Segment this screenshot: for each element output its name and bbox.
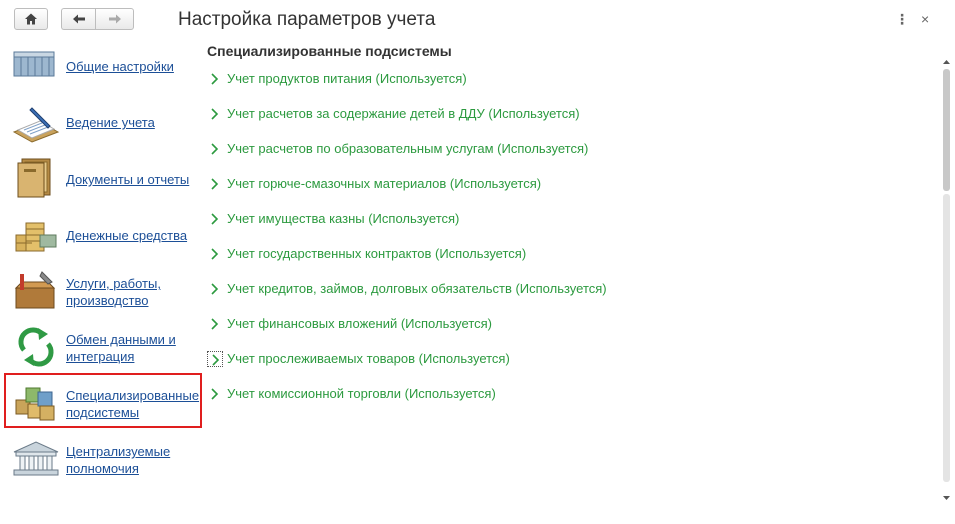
sidebar-item-label[interactable]: Специализированные подсистемы: [66, 387, 199, 421]
institution-icon: [13, 441, 59, 476]
forward-button[interactable]: [95, 8, 134, 30]
close-icon[interactable]: ×: [921, 11, 929, 27]
coins-icon: [15, 222, 57, 252]
arrow-left-icon: [72, 14, 85, 24]
scrollbar-thumb[interactable]: [943, 69, 950, 191]
scroll-down-icon[interactable]: [942, 494, 951, 502]
subsystem-label[interactable]: Учет расчетов по образовательным услугам…: [227, 140, 588, 158]
subsystem-label[interactable]: Учет кредитов, займов, долговых обязател…: [227, 280, 607, 298]
sidebar-item-label[interactable]: Общие настройки: [66, 58, 174, 75]
chevron-right-icon[interactable]: [207, 281, 223, 297]
sidebar-item-label[interactable]: Денежные средства: [66, 227, 187, 244]
building-icon: [13, 51, 55, 77]
cubes-icon: [15, 387, 55, 421]
subsystem-label[interactable]: Учет имущества казны (Используется): [227, 210, 459, 228]
home-button[interactable]: [14, 8, 48, 30]
sidebar-item-documents-reports[interactable]: Документы и отчеты: [12, 157, 207, 199]
toolbox-icon: [14, 271, 56, 309]
chevron-right-icon[interactable]: [207, 71, 223, 87]
chevron-right-icon[interactable]: [207, 386, 223, 402]
page-title: Настройка параметров учета: [178, 9, 436, 30]
sidebar-item-label[interactable]: Обмен данными и интеграция: [66, 331, 176, 365]
back-button[interactable]: [61, 8, 95, 30]
subsystem-label[interactable]: Учет комиссионной торговли (Используется…: [227, 385, 496, 403]
chevron-right-icon[interactable]: [207, 211, 223, 227]
chevron-right-icon[interactable]: [207, 246, 223, 262]
scrollbar-track[interactable]: [943, 194, 950, 482]
sync-icon: [18, 327, 54, 367]
sidebar-item-general-settings[interactable]: Общие настройки: [12, 50, 207, 92]
sidebar-item-label[interactable]: Услуги, работы, производство: [66, 275, 161, 309]
subsystem-label[interactable]: Учет продуктов питания (Используется): [227, 70, 467, 88]
documents-icon: [17, 158, 51, 198]
ledger-pen-icon: [12, 107, 60, 143]
home-icon: [25, 13, 37, 25]
sidebar-item-data-exchange[interactable]: Обмен данными и интеграция: [12, 326, 207, 368]
sidebar-item-label[interactable]: Централизуемые полномочия: [66, 443, 170, 477]
subsystem-label[interactable]: Учет расчетов за содержание детей в ДДУ …: [227, 105, 580, 123]
sidebar-item-label[interactable]: Документы и отчеты: [66, 171, 189, 188]
sidebar-item-label[interactable]: Ведение учета: [66, 114, 155, 131]
subsystem-label[interactable]: Учет горюче-смазочных материалов (Исполь…: [227, 175, 541, 193]
sidebar-item-accounting[interactable]: Ведение учета: [12, 102, 207, 144]
chevron-right-icon[interactable]: [207, 141, 223, 157]
section-title: Специализированные подсистемы: [207, 43, 452, 59]
chevron-right-icon[interactable]: [207, 351, 223, 367]
more-options-icon[interactable]: ⋮: [895, 11, 909, 28]
chevron-right-icon[interactable]: [207, 316, 223, 332]
sidebar-item-centralized-powers[interactable]: Централизуемые полномочия: [12, 438, 207, 480]
chevron-right-icon[interactable]: [207, 106, 223, 122]
arrow-right-icon: [108, 14, 121, 24]
sidebar-item-services[interactable]: Услуги, работы, производство: [12, 270, 207, 312]
scroll-up-icon[interactable]: [942, 58, 951, 66]
sidebar-item-special-subsystems[interactable]: Специализированные подсистемы: [12, 382, 207, 424]
sidebar-item-cash[interactable]: Денежные средства: [12, 213, 207, 255]
subsystem-label[interactable]: Учет прослеживаемых товаров (Используетс…: [227, 350, 510, 368]
chevron-right-icon[interactable]: [207, 176, 223, 192]
subsystem-label[interactable]: Учет финансовых вложений (Используется): [227, 315, 492, 333]
subsystem-label[interactable]: Учет государственных контрактов (Использ…: [227, 245, 526, 263]
